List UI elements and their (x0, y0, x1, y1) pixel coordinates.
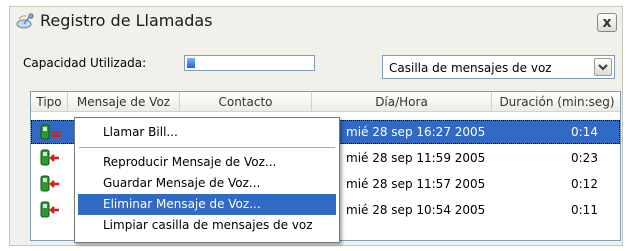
column-header-duracion[interactable]: Duración (min:seg) (492, 92, 620, 112)
menu-item-clear-mailbox[interactable]: Limpiar casilla de mensajes de voz (78, 215, 336, 236)
row-datetime: mié 28 sep 11:57 2005 (346, 177, 486, 191)
title-bar: Registro de Llamadas x (10, 7, 622, 37)
column-header-dia-hora[interactable]: Día/Hora (312, 92, 492, 112)
satellite-icon (16, 13, 34, 29)
incoming-call-icon (40, 201, 59, 218)
capacity-progress-bar (184, 55, 315, 71)
capacity-label: Capacidad Utilizada: (23, 56, 147, 70)
row-duration: 0:23 (571, 151, 598, 165)
column-header-contacto[interactable]: Contacto (180, 92, 312, 112)
context-menu: Llamar Bill... Reproducir Mensaje de Voz… (74, 117, 340, 243)
column-header-row: Tipo Mensaje de Voz Contacto Día/Hora Du… (31, 92, 620, 112)
row-datetime: mié 28 sep 16:27 2005 (346, 125, 486, 139)
dropdown-button[interactable] (594, 58, 612, 76)
close-button[interactable]: x (597, 13, 617, 32)
column-header-mensaje[interactable]: Mensaje de Voz (68, 92, 180, 112)
incoming-call-icon (40, 149, 59, 166)
incoming-call-icon (40, 175, 59, 192)
close-icon: x (602, 14, 612, 31)
column-header-tipo[interactable]: Tipo (31, 92, 68, 112)
row-duration: 0:12 (571, 177, 598, 191)
menu-item-save-voicemail[interactable]: Guardar Mensaje de Voz... (78, 173, 336, 194)
menu-item-call[interactable]: Llamar Bill... (78, 122, 336, 143)
voicemail-phone-icon (40, 124, 61, 140)
menu-separator (79, 147, 335, 148)
row-duration: 0:11 (571, 203, 598, 217)
mailbox-select-value: Casilla de mensajes de voz (389, 61, 552, 75)
row-datetime: mié 28 sep 10:54 2005 (346, 203, 486, 217)
chevron-down-icon (598, 64, 608, 71)
mailbox-select[interactable]: Casilla de mensajes de voz (382, 55, 615, 79)
capacity-progress-fill (187, 58, 195, 68)
window-title: Registro de Llamadas (40, 11, 213, 30)
row-datetime: mié 28 sep 11:59 2005 (346, 151, 486, 165)
row-duration: 0:14 (571, 125, 598, 139)
menu-item-play-voicemail[interactable]: Reproducir Mensaje de Voz... (78, 152, 336, 173)
menu-item-delete-voicemail[interactable]: Eliminar Mensaje de Voz... (78, 194, 336, 215)
